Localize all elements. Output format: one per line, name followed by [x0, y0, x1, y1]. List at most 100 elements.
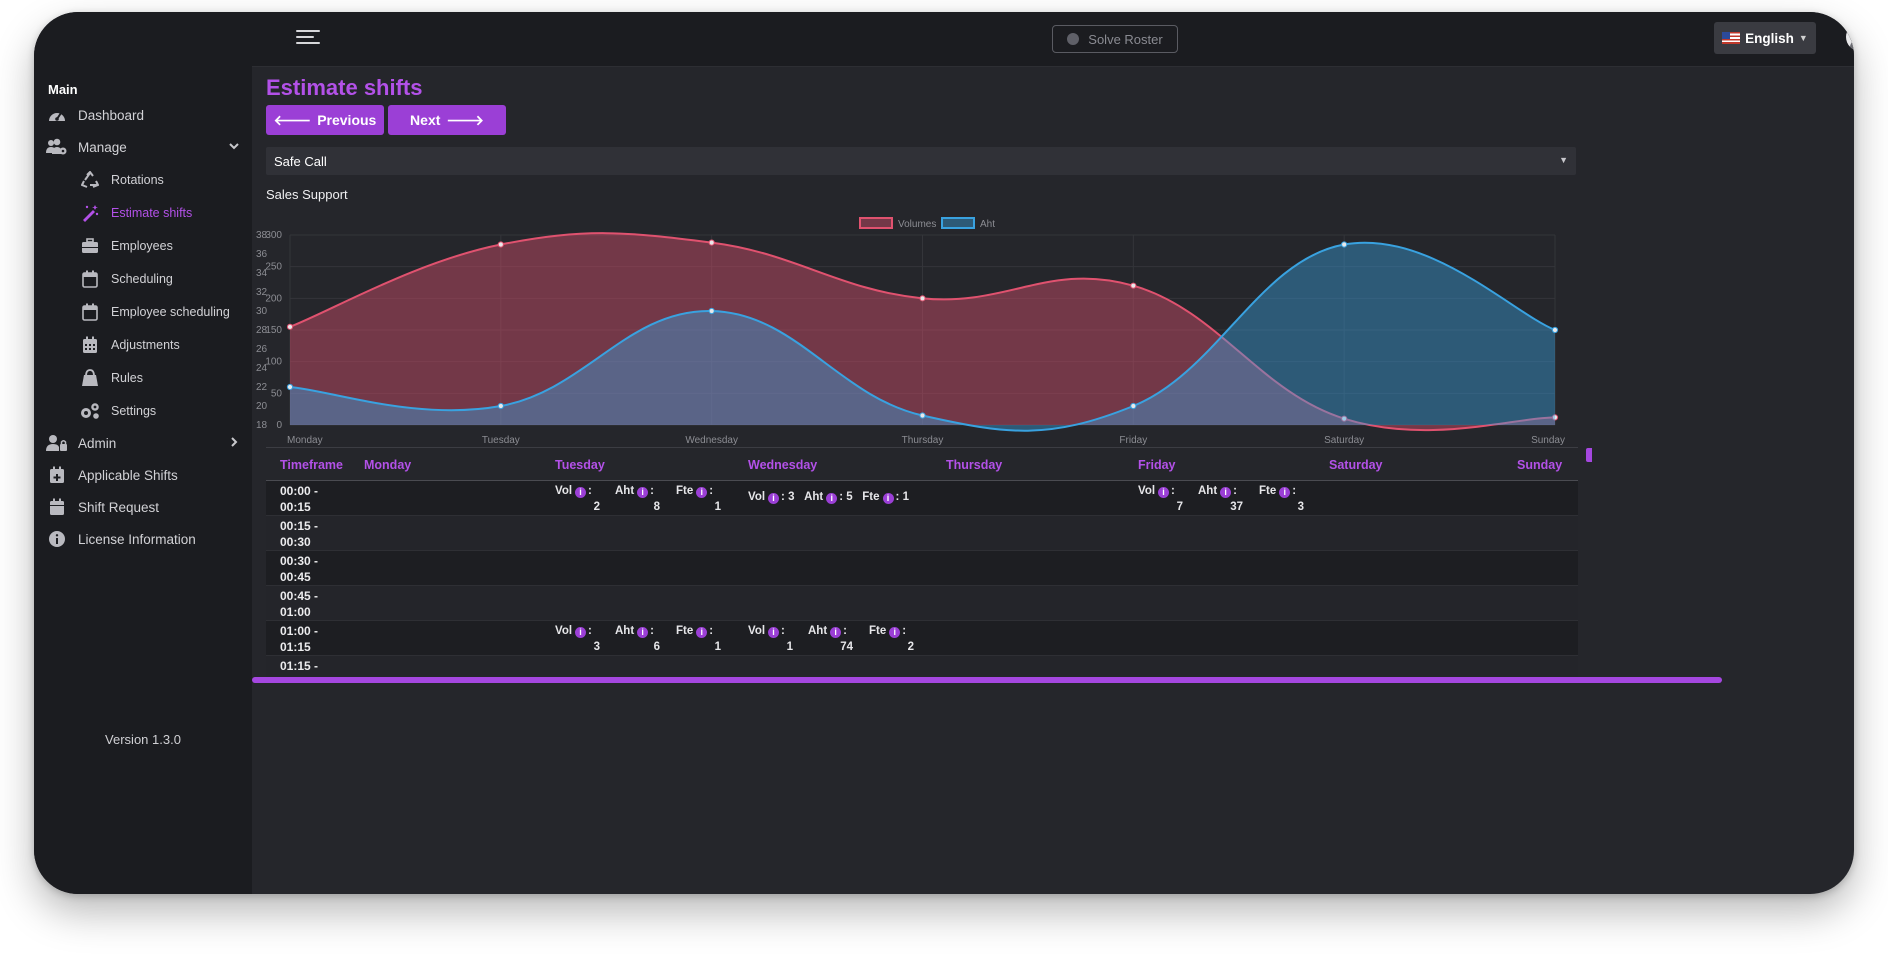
x-tick-label: Wednesday	[685, 435, 738, 446]
sidebar-item-settings[interactable]: Settings	[34, 396, 252, 426]
info-icon[interactable]: i	[637, 487, 649, 498]
volumes-aht-chart: 0 50 100 150 200 250 300 18 20 22 24 26 28 30 32 34 36 38…	[256, 217, 1565, 446]
sidebar-item-rules[interactable]: Rules	[34, 363, 252, 393]
sidebar-item-label: Rules	[111, 371, 143, 385]
value-vol: 7	[1176, 501, 1183, 513]
sidebar-item-applicable-shifts[interactable]: Applicable Shifts	[34, 460, 252, 490]
timeframe-cell: 00:15 - 00:30	[280, 519, 319, 549]
hamburger-menu-icon[interactable]	[296, 26, 320, 50]
horizontal-scrollbar[interactable]	[252, 677, 1854, 683]
info-icon[interactable]: i	[889, 627, 901, 638]
info-icon[interactable]: i	[768, 493, 780, 504]
info-icon[interactable]: i	[768, 627, 780, 638]
legend-label-aht: Aht	[980, 219, 995, 230]
sidebar-item-dashboard[interactable]: Dashboard	[34, 100, 252, 130]
colon-separator: :	[1171, 485, 1175, 497]
previous-button[interactable]: 🡐 Previous	[266, 105, 384, 135]
metric-label-text: Fte	[869, 625, 887, 637]
info-icon[interactable]: i	[575, 627, 587, 638]
main-content: Estimate shifts 🡐 Previous Next 🡒 Safe C…	[252, 67, 1854, 894]
x-tick-label: Thursday	[902, 435, 944, 446]
day-cell-wednesday_inline: Vol i: 3 Aht i: 5 Fte i: 1	[748, 491, 909, 504]
timeframe-cell: 00:00 - 00:15	[280, 484, 319, 514]
solve-roster-button[interactable]: Solve Roster	[1052, 25, 1178, 53]
arrow-left-icon: 🡐	[273, 111, 312, 128]
status-dot-icon	[1067, 33, 1080, 45]
sidebar-section-title: Main	[48, 82, 78, 97]
avatar[interactable]	[1846, 23, 1854, 51]
colon-separator: :	[843, 625, 848, 637]
timeframe-cell: 00:45 - 01:00	[280, 589, 319, 619]
value-aht: 37	[1230, 501, 1243, 513]
info-icon[interactable]: i	[826, 493, 838, 504]
metric-label: Vol i:	[1138, 483, 1175, 499]
calendar-grid-icon	[79, 334, 101, 356]
magic-wand-icon	[79, 202, 101, 224]
metric-label: Aht i:	[808, 623, 847, 639]
sidebar-item-label: Scheduling	[111, 272, 173, 286]
table-row: 01:00 - 01:15 Vol i:3 Aht i:6 Fte i:1 Vol i:1 Aht…	[266, 621, 1578, 656]
metric-label-text: Vol	[1138, 485, 1156, 497]
info-icon[interactable]: i	[1279, 487, 1291, 498]
sidebar-item-shift-request[interactable]: Shift Request	[34, 492, 252, 522]
chevron-down-icon	[228, 140, 240, 155]
calendar-icon	[79, 301, 101, 323]
sidebar-item-label: Manage	[78, 139, 127, 155]
colon-separator: :	[1233, 485, 1238, 497]
sidebar-item-manage[interactable]: Manage	[34, 132, 252, 162]
sidebar-item-label: Admin	[78, 435, 117, 451]
sidebar-item-admin[interactable]: Admin	[34, 428, 252, 458]
app-window: Main Dashboard Manage Rotations Estimate sh…	[34, 12, 1854, 894]
metric-label-text: Vol	[748, 491, 766, 503]
colon-separator: :	[781, 625, 785, 637]
metric-label: Aht i:	[1198, 483, 1237, 499]
bag-icon	[79, 367, 101, 389]
info-icon[interactable]: i	[1158, 487, 1170, 498]
colon-separator: :	[709, 485, 714, 497]
info-circle-icon	[46, 528, 68, 550]
colon-separator: :	[588, 485, 592, 497]
language-dropdown[interactable]: English ▼	[1714, 22, 1816, 54]
queue-select[interactable]: Safe Call ▼	[266, 147, 1576, 175]
metric-label: Aht i:	[615, 623, 654, 639]
estimate-table: Timeframe Monday Tuesday Wednesday Thursday F…	[266, 447, 1578, 679]
y-right-tick-label: 24	[256, 363, 268, 374]
sidebar-item-license-information[interactable]: License Information	[34, 524, 252, 554]
info-icon[interactable]: i	[575, 487, 587, 498]
sidebar-item-estimate-shifts[interactable]: Estimate shifts	[34, 198, 252, 228]
sidebar-item-rotations[interactable]: Rotations	[34, 165, 252, 195]
column-header-tuesday: Tuesday	[555, 458, 605, 472]
value-vol: 3	[593, 641, 600, 653]
y-right-tick-label: 20	[256, 401, 268, 412]
timeframe-cell: 01:00 - 01:15	[280, 624, 319, 654]
y-left-tick-label: 50	[271, 388, 283, 399]
sidebar-item-label: Dashboard	[78, 107, 145, 123]
caret-down-icon: ▼	[1559, 155, 1568, 165]
colon-separator: :	[1292, 485, 1297, 497]
sidebar-item-adjustments[interactable]: Adjustments	[34, 330, 252, 360]
value-fte: 1	[902, 491, 909, 503]
info-icon[interactable]: i	[882, 493, 894, 504]
info-icon[interactable]: i	[1220, 487, 1232, 498]
sidebar-item-scheduling[interactable]: Scheduling	[34, 264, 252, 294]
horizontal-scrollbar-thumb[interactable]	[252, 677, 1722, 683]
metric-label-text: Vol	[748, 625, 766, 637]
sidebar-item-employees[interactable]: Employees	[34, 231, 252, 261]
users-cog-icon	[46, 136, 68, 158]
sidebar-item-label: Employee scheduling	[111, 305, 230, 319]
metric-label: Fte i:	[676, 623, 713, 639]
sidebar-item-employee-scheduling[interactable]: Employee scheduling	[34, 297, 252, 327]
next-button[interactable]: Next 🡒	[388, 105, 506, 135]
data-point-aht	[286, 383, 294, 391]
x-tick-label: Tuesday	[482, 435, 520, 446]
calendar-plus-icon	[46, 464, 68, 486]
sidebar-item-label: License Information	[78, 531, 196, 547]
info-icon[interactable]: i	[696, 627, 708, 638]
y-right-tick-label: 30	[256, 306, 268, 317]
info-icon[interactable]: i	[696, 487, 708, 498]
data-point-aht	[1130, 402, 1137, 410]
data-point-volumes	[286, 323, 294, 330]
info-icon[interactable]: i	[830, 627, 842, 638]
info-icon[interactable]: i	[637, 627, 649, 638]
